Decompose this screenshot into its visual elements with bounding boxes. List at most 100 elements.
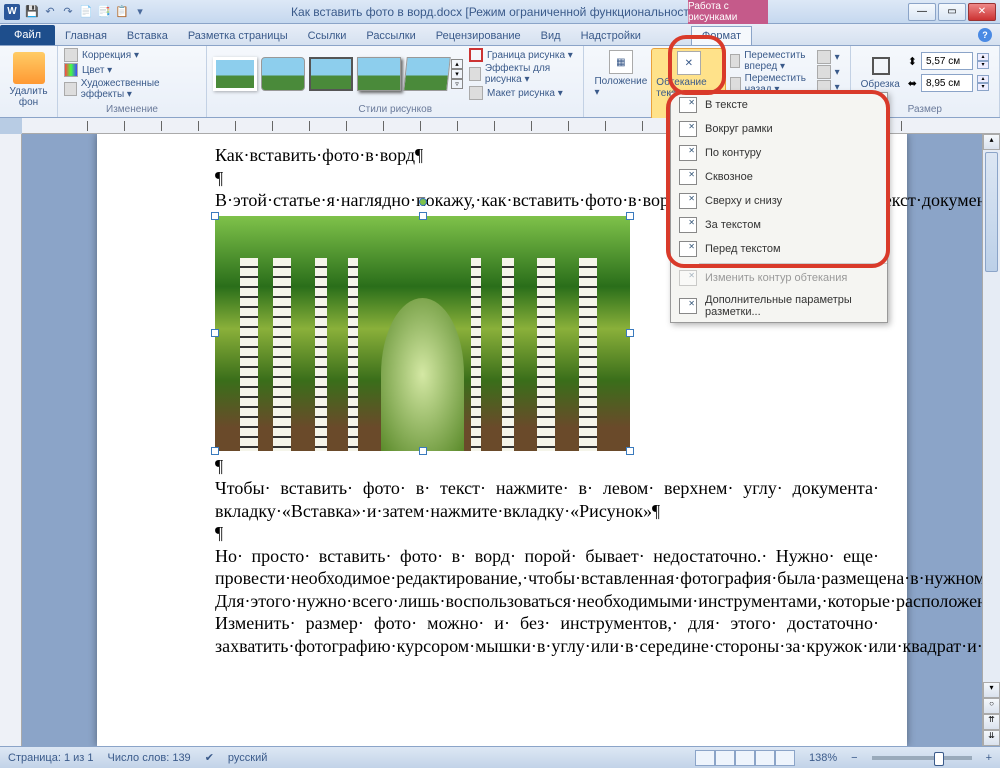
next-page-icon[interactable]: ⇊: [983, 730, 1000, 746]
qat-btn[interactable]: 📑: [96, 4, 112, 20]
spin-up-icon[interactable]: ▴: [977, 75, 989, 83]
gallery-up-icon[interactable]: ▴: [451, 59, 463, 69]
wrap-text-dropdown: В тексте Вокруг рамки По контуру Сквозно…: [670, 92, 888, 323]
vertical-scrollbar[interactable]: ▴ ▾ ○ ⇈ ⇊: [982, 134, 1000, 746]
qat-btn[interactable]: 📄: [78, 4, 94, 20]
scroll-up-icon[interactable]: ▴: [983, 134, 1000, 150]
corrections-icon: [64, 48, 78, 62]
wrap-front[interactable]: Перед текстом: [671, 237, 887, 261]
quick-access-toolbar: 💾 ↶ ↷ 📄 📑 📋 ▾: [24, 4, 148, 20]
zoom-out-icon[interactable]: −: [851, 752, 857, 764]
view-web[interactable]: [735, 750, 755, 766]
wrap-front-icon: [679, 241, 697, 257]
scroll-thumb[interactable]: [985, 152, 998, 272]
bring-forward-button[interactable]: Переместить вперед ▾: [730, 50, 812, 72]
wrap-topbottom[interactable]: Сверху и снизу: [671, 189, 887, 213]
resize-handle[interactable]: [626, 212, 634, 220]
page-status[interactable]: Страница: 1 из 1: [8, 752, 94, 764]
vertical-ruler[interactable]: [0, 134, 22, 746]
color-icon: [64, 63, 78, 77]
tab-home[interactable]: Главная: [55, 27, 117, 45]
crop-button[interactable]: Обрезка: [857, 53, 904, 92]
position-button[interactable]: ▦ Положение ▾: [590, 48, 651, 120]
spin-up-icon[interactable]: ▴: [977, 53, 989, 61]
tab-review[interactable]: Рецензирование: [426, 27, 531, 45]
prev-page-icon[interactable]: ⇈: [983, 714, 1000, 730]
view-print-layout[interactable]: [695, 750, 715, 766]
tab-layout[interactable]: Разметка страницы: [178, 27, 298, 45]
tab-format[interactable]: Формат: [691, 26, 752, 45]
picture-layout-button[interactable]: Макет рисунка ▾: [469, 86, 577, 100]
title-bar: W 💾 ↶ ↷ 📄 📑 📋 ▾ Как вставить фото в ворд…: [0, 0, 1000, 24]
resize-handle[interactable]: [419, 447, 427, 455]
style-thumb[interactable]: [403, 57, 451, 91]
gallery-more-icon[interactable]: ▿: [451, 79, 463, 89]
inserted-image[interactable]: [215, 216, 630, 451]
view-draft[interactable]: [775, 750, 795, 766]
wrap-icon: ✕: [677, 51, 701, 75]
tab-file[interactable]: Файл: [0, 25, 55, 45]
language-status[interactable]: русский: [228, 752, 267, 764]
zoom-slider[interactable]: [872, 756, 972, 760]
rotate-handle[interactable]: [419, 198, 427, 206]
resize-handle[interactable]: [626, 447, 634, 455]
separator: [699, 263, 887, 264]
minimize-button[interactable]: —: [908, 3, 936, 21]
group-adjust-label: Изменение: [64, 104, 200, 115]
align-button[interactable]: ▾: [817, 50, 840, 64]
gallery-down-icon[interactable]: ▾: [451, 69, 463, 79]
style-thumb[interactable]: [309, 57, 353, 91]
wrap-square[interactable]: Вокруг рамки: [671, 117, 887, 141]
save-icon[interactable]: 💾: [24, 4, 40, 20]
context-tab-label: Работа с рисунками: [688, 0, 768, 24]
close-button[interactable]: ✕: [968, 3, 996, 21]
qat-more-icon[interactable]: ▾: [132, 4, 148, 20]
color-button[interactable]: Цвет ▾: [64, 63, 200, 77]
view-outline[interactable]: [755, 750, 775, 766]
tab-insert[interactable]: Вставка: [117, 27, 178, 45]
redo-icon[interactable]: ↷: [60, 4, 76, 20]
resize-handle[interactable]: [211, 212, 219, 220]
maximize-button[interactable]: ▭: [938, 3, 966, 21]
wrap-tight[interactable]: По контуру: [671, 141, 887, 165]
backward-icon: [730, 77, 740, 91]
width-input[interactable]: 8,95 см: [921, 74, 973, 92]
resize-handle[interactable]: [626, 329, 634, 337]
object-browse-icon[interactable]: ○: [983, 698, 1000, 714]
wrap-behind[interactable]: За текстом: [671, 213, 887, 237]
style-thumb[interactable]: [357, 57, 401, 91]
tab-addins[interactable]: Надстройки: [571, 27, 651, 45]
spin-down-icon[interactable]: ▾: [977, 83, 989, 91]
spelling-icon[interactable]: ✔: [205, 751, 214, 764]
tab-mailings[interactable]: Рассылки: [356, 27, 425, 45]
artistic-effects-button[interactable]: Художественные эффекты ▾: [64, 78, 200, 100]
wrap-more-options[interactable]: Дополнительные параметры разметки...: [671, 290, 887, 322]
tab-references[interactable]: Ссылки: [298, 27, 357, 45]
wrap-inline[interactable]: В тексте: [671, 93, 887, 117]
zoom-level[interactable]: 138%: [809, 752, 837, 764]
word-count[interactable]: Число слов: 139: [108, 752, 191, 764]
tab-view[interactable]: Вид: [531, 27, 571, 45]
scroll-down-icon[interactable]: ▾: [983, 682, 1000, 698]
view-fullscreen[interactable]: [715, 750, 735, 766]
remove-background-button[interactable]: Удалить фон: [6, 48, 51, 112]
undo-icon[interactable]: ↶: [42, 4, 58, 20]
spin-down-icon[interactable]: ▾: [977, 61, 989, 69]
resize-handle[interactable]: [211, 329, 219, 337]
resize-handle[interactable]: [419, 212, 427, 220]
help-icon[interactable]: ?: [978, 28, 992, 42]
resize-handle[interactable]: [211, 447, 219, 455]
picture-styles-gallery[interactable]: [213, 53, 449, 95]
wrap-through[interactable]: Сквозное: [671, 165, 887, 189]
group-button[interactable]: ▾: [817, 65, 840, 79]
style-thumb[interactable]: [261, 57, 305, 91]
picture-border-button[interactable]: Граница рисунка ▾: [469, 48, 577, 62]
zoom-in-icon[interactable]: +: [986, 752, 992, 764]
corrections-button[interactable]: Коррекция ▾: [64, 48, 200, 62]
wrap-tight-icon: [679, 145, 697, 161]
effects-icon: [64, 82, 77, 96]
style-thumb[interactable]: [213, 57, 257, 91]
picture-effects-button[interactable]: Эффекты для рисунка ▾: [469, 63, 577, 85]
height-input[interactable]: 5,57 см: [921, 52, 973, 70]
qat-btn[interactable]: 📋: [114, 4, 130, 20]
